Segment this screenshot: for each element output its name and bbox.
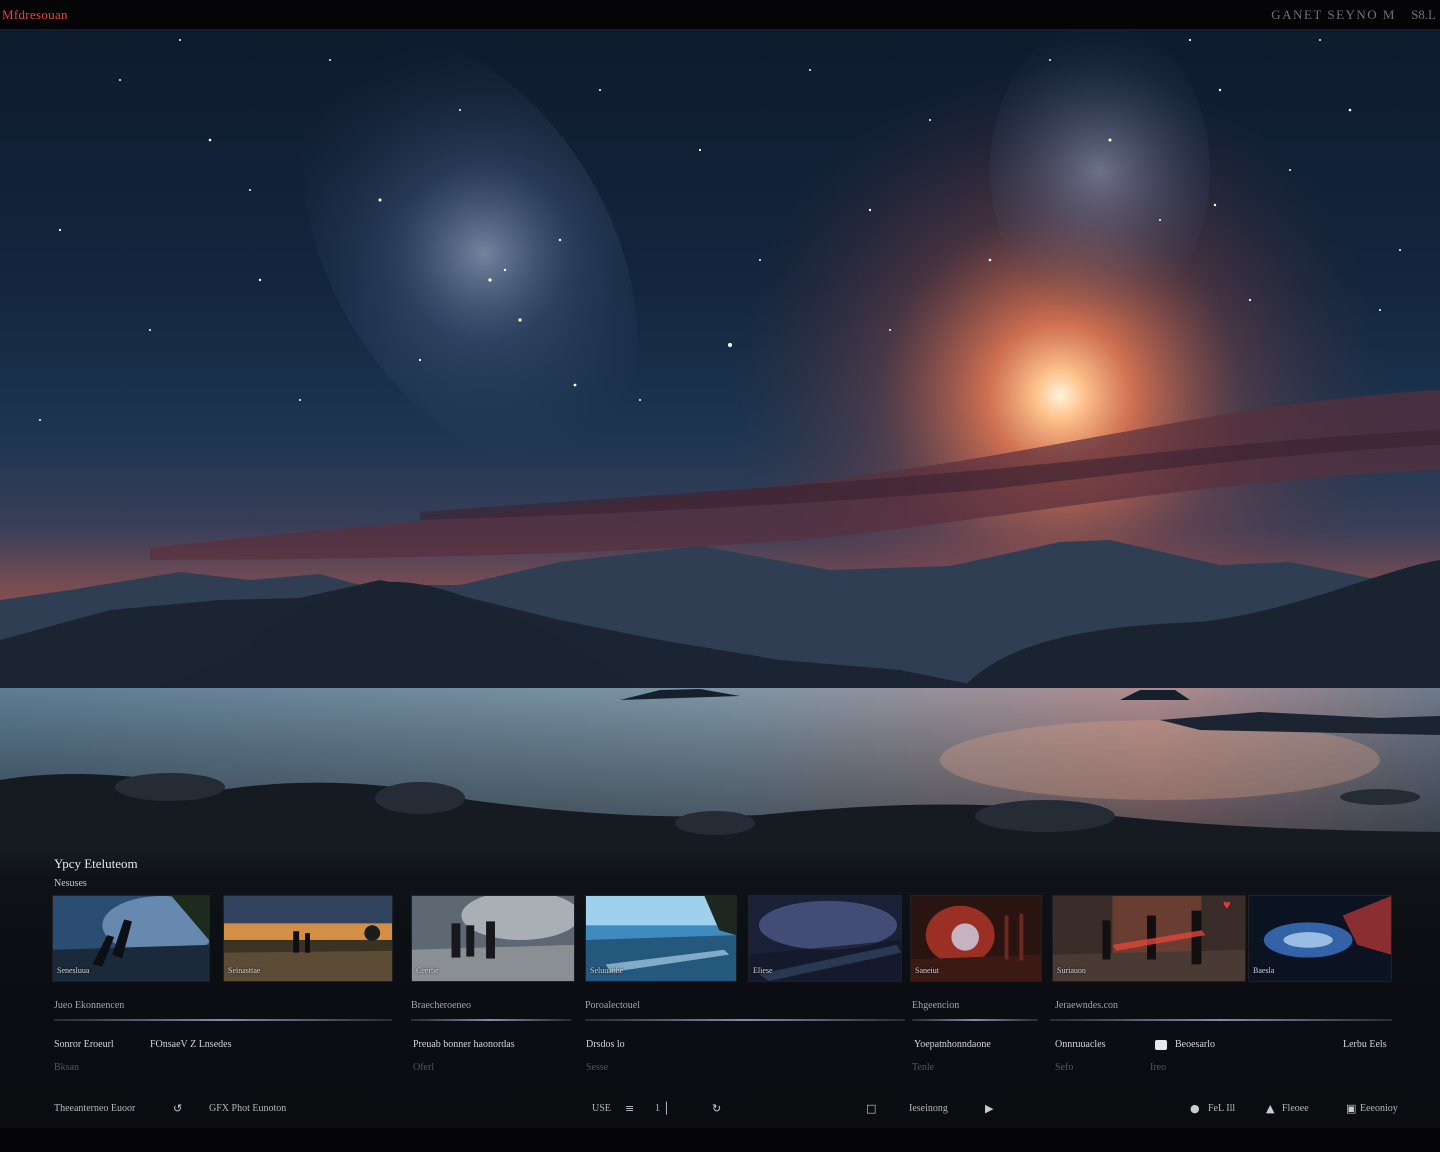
group-label[interactable]: Poroalectouel bbox=[585, 1000, 640, 1011]
thumbnail-caption: Baesla bbox=[1253, 966, 1275, 975]
drop-icon[interactable]: ● bbox=[1190, 1102, 1200, 1115]
thumbnail-caption: Suriauon bbox=[1057, 966, 1086, 975]
menu-icon[interactable]: ≡ bbox=[625, 1102, 634, 1115]
status-center-label: USE bbox=[592, 1103, 611, 1114]
thumbnail-card[interactable]: Saneiut bbox=[910, 895, 1042, 982]
item-meta: Oferl bbox=[413, 1062, 435, 1073]
settings-icon[interactable]: ▣ bbox=[1346, 1102, 1356, 1115]
window-title: GANET SEYNO M bbox=[1271, 7, 1396, 22]
status-right-label: FeL Ill bbox=[1208, 1103, 1236, 1114]
item-title[interactable]: Onnruuacles bbox=[1055, 1039, 1106, 1050]
thumbnail-caption: Senesluua bbox=[57, 966, 90, 975]
divider bbox=[1050, 1019, 1392, 1021]
thumbnail-caption: Eliese bbox=[753, 966, 773, 975]
item-meta: Bksan bbox=[54, 1062, 79, 1073]
group-label[interactable]: Braecheroeneo bbox=[411, 1000, 471, 1011]
group-label[interactable]: Jeraewndes.con bbox=[1055, 1000, 1118, 1011]
divider-icon: │ bbox=[663, 1102, 670, 1115]
refresh-icon[interactable]: ↺ bbox=[173, 1102, 182, 1115]
badge-icon bbox=[1155, 1040, 1167, 1050]
item-title[interactable]: FOnsaeV Z Lnsedes bbox=[150, 1039, 231, 1050]
status-left-label: Theeanterneo Euoor bbox=[54, 1103, 136, 1114]
next-icon[interactable]: ▶ bbox=[985, 1102, 993, 1115]
item-title[interactable]: Beoesarlo bbox=[1175, 1039, 1215, 1050]
media-app-window: Mfdresouan GANET SEYNO M S8.L Ypcy Etelu… bbox=[0, 0, 1440, 1152]
item-title[interactable]: Drsdos lo bbox=[586, 1039, 625, 1050]
thumbnail-card[interactable]: Ceerbe bbox=[411, 895, 575, 982]
thumbnail-card[interactable]: Senesluua bbox=[52, 895, 210, 982]
thumbnail-card[interactable]: Baesla bbox=[1248, 895, 1392, 982]
thumbnail-strip: Senesluua Seinasttae Ceerbe Seluuanhe El… bbox=[0, 850, 1440, 985]
thumbnail-card[interactable]: Seinasttae bbox=[223, 895, 393, 982]
divider bbox=[54, 1019, 392, 1021]
item-meta: Sefo bbox=[1055, 1062, 1074, 1073]
divider bbox=[411, 1019, 571, 1021]
status-right-end: Eeeonioy bbox=[1360, 1103, 1398, 1114]
heart-icon[interactable]: ♥ bbox=[1223, 898, 1241, 912]
step-label: Ieseinong bbox=[909, 1103, 948, 1114]
thumbnail-card[interactable]: Seluuanhe bbox=[585, 895, 737, 982]
item-meta: Sesse bbox=[586, 1062, 609, 1073]
status-right-count: Fleoee bbox=[1282, 1103, 1309, 1114]
thumbnail-caption: Seluuanhe bbox=[590, 966, 624, 975]
divider bbox=[912, 1019, 1038, 1021]
item-title[interactable]: Lerbu Eels bbox=[1343, 1039, 1387, 1050]
app-title: Mfdresouan bbox=[2, 7, 68, 22]
thumbnail-caption: Saneiut bbox=[915, 966, 939, 975]
item-title[interactable]: Yoepatnhonndaone bbox=[914, 1039, 991, 1050]
bookmark-icon[interactable]: □ bbox=[866, 1102, 876, 1115]
group-label[interactable]: Jueo Ekonnencen bbox=[54, 1000, 124, 1011]
thumbnail-caption: Seinasttae bbox=[228, 966, 261, 975]
thumbnail-caption: Ceerbe bbox=[416, 966, 439, 975]
item-title[interactable]: Sonror Eroeurl bbox=[54, 1039, 114, 1050]
status-left-value[interactable]: GFX Phot Eunoton bbox=[209, 1103, 286, 1114]
title-bar: Mfdresouan GANET SEYNO M S8.L bbox=[0, 0, 1440, 30]
library-panel: Ypcy Eteluteom Nesuses Senesluua Seinast… bbox=[0, 850, 1440, 1152]
divider bbox=[585, 1019, 905, 1021]
footer-strip bbox=[0, 1128, 1440, 1152]
window-control-button[interactable]: S8.L bbox=[1411, 7, 1436, 23]
group-label[interactable]: Ehgeencion bbox=[912, 1000, 959, 1011]
item-meta: Ireo bbox=[1150, 1062, 1167, 1073]
item-meta: Tenle bbox=[912, 1062, 935, 1073]
thumbnail-card[interactable]: Eliese bbox=[748, 895, 902, 982]
pager-text: 1 bbox=[655, 1103, 660, 1114]
thumbnail-card[interactable]: Suriauon ♥ bbox=[1052, 895, 1246, 982]
sync-icon[interactable]: ↻ bbox=[712, 1102, 721, 1115]
chart-icon[interactable]: ▲ bbox=[1266, 1102, 1274, 1115]
item-title[interactable]: Preuab bonner haonordas bbox=[413, 1039, 515, 1050]
